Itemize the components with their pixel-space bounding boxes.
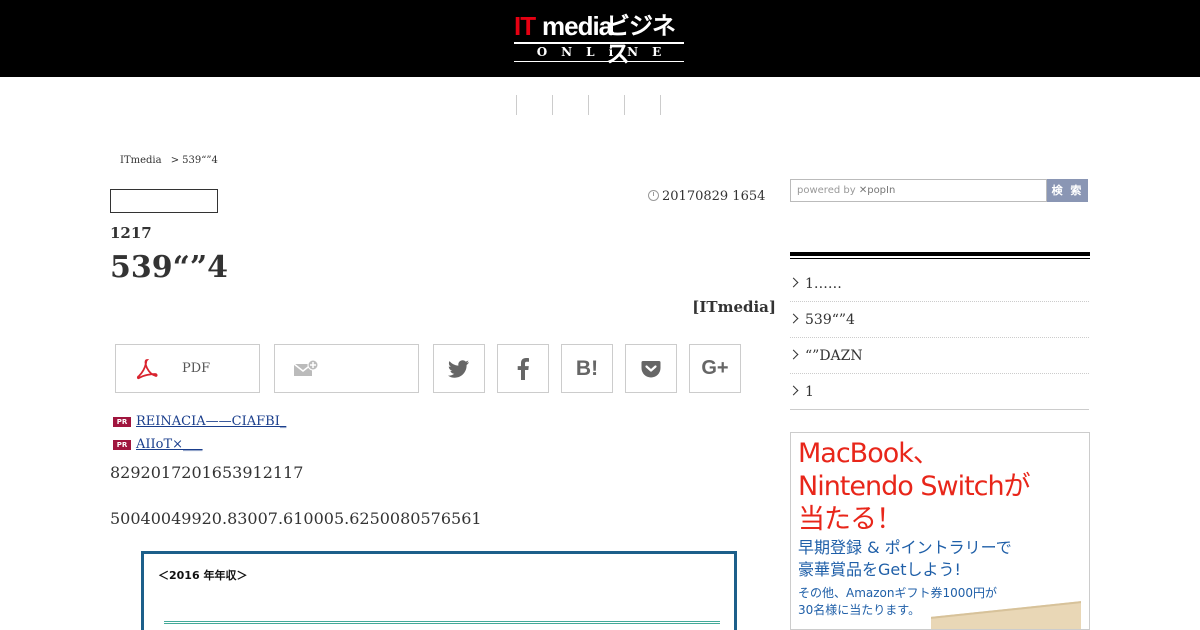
- breadcrumb-separator: >: [170, 155, 180, 166]
- ad-headline-line: MacBook、: [798, 438, 940, 469]
- logo-online-text: ONLiNE: [514, 42, 684, 62]
- ad-headline-line: Nintendo Switchが: [798, 471, 1031, 502]
- google-plus-icon[interactable]: G+: [689, 344, 741, 393]
- search-button[interactable]: 検 索: [1047, 179, 1088, 202]
- site-header: IT media ビジネス ONLiNE: [0, 0, 1200, 77]
- nav-divider: [624, 95, 625, 115]
- ranking-item[interactable]: 1……: [790, 266, 1089, 302]
- article-subtitle: 1217: [110, 224, 152, 242]
- nav-divider: [552, 95, 553, 115]
- pr-link[interactable]: REINACIA——CIAFBI_: [136, 414, 286, 429]
- site-logo[interactable]: IT media ビジネス ONLiNE: [514, 11, 686, 68]
- ranking-item-label: 1……: [805, 275, 842, 292]
- date-text: 20170829 1654: [662, 189, 766, 204]
- nav-divider: [660, 95, 661, 115]
- ranking-item-label: 539“”4: [805, 311, 855, 328]
- sidebar-ad-banner[interactable]: MacBook、 Nintendo Switchが 当たる！ 早期登録 & ポイ…: [790, 432, 1090, 630]
- pr-badge: PR: [113, 439, 131, 450]
- pdf-icon: [136, 358, 158, 380]
- ranking-item[interactable]: 539“”4: [790, 302, 1089, 338]
- pocket-share-button[interactable]: [625, 344, 677, 393]
- pr-badge: PR: [113, 416, 131, 427]
- search-input[interactable]: powered by ✕popIn: [790, 179, 1047, 202]
- logo-it-text: IT: [514, 11, 536, 41]
- search-placeholder-prefix: powered by: [797, 185, 856, 196]
- ranking-item[interactable]: 1: [790, 374, 1089, 410]
- ad-note-line: その他、Amazonギフト券1000円が: [798, 586, 998, 600]
- hatena-bookmark-icon[interactable]: B!: [561, 344, 613, 393]
- breadcrumb-current: 539“”4: [182, 155, 218, 166]
- mail-add-icon: [293, 359, 319, 378]
- ranking-item[interactable]: “”DAZN: [790, 338, 1089, 374]
- publish-date: 20170829 1654: [648, 189, 765, 204]
- article-title: 539“”4: [110, 250, 229, 285]
- pr-link[interactable]: AIIoT×___: [136, 437, 203, 452]
- ad-headline-line: 当たる！: [798, 504, 903, 535]
- pr-link-row: PR AIIoT×___: [113, 437, 203, 452]
- breadcrumb-home-link[interactable]: ITmedia: [120, 155, 162, 166]
- article-paragraph: 8292017201653912117: [110, 463, 304, 482]
- figure-title: ＜2016 年年収＞: [158, 569, 248, 582]
- twitter-share-button[interactable]: [433, 344, 485, 393]
- mail-add-button[interactable]: [274, 344, 419, 393]
- article-credit: [ITmedia]: [692, 298, 776, 316]
- clock-icon: [648, 190, 659, 201]
- figure-divider: [164, 621, 720, 624]
- ad-headline: MacBook、 Nintendo Switchが 当たる！: [798, 437, 1031, 536]
- ad-subheadline-line: 豪華賞品をGetしよう!: [798, 560, 961, 579]
- facebook-icon: [517, 357, 529, 380]
- ranking-item-label: 1: [805, 383, 814, 400]
- logo-media-text: media: [542, 11, 613, 41]
- popin-logo-icon: ✕: [858, 185, 868, 196]
- breadcrumb: ITmedia >539“”4: [120, 155, 224, 166]
- category-tag[interactable]: [110, 189, 218, 213]
- ad-subheadline-line: 早期登録 & ポイントラリーで: [798, 538, 1012, 557]
- ad-subheadline: 早期登録 & ポイントラリーで 豪華賞品をGetしよう!: [798, 537, 1012, 581]
- pdf-button[interactable]: PDF: [115, 344, 260, 393]
- pocket-icon: [641, 360, 661, 378]
- pr-link-row: PR REINACIA——CIAFBI_: [113, 414, 286, 429]
- ranking-item-label: “”DAZN: [805, 347, 863, 364]
- ranking-header-bar: [790, 252, 1090, 259]
- pdf-label: PDF: [182, 361, 211, 376]
- search-placeholder-brand: popIn: [867, 185, 896, 196]
- nav-divider: [516, 95, 517, 115]
- article-paragraph: 50040049920.83007.610005.6250080576561: [110, 509, 482, 528]
- facebook-share-button[interactable]: [497, 344, 549, 393]
- nav-divider: [588, 95, 589, 115]
- twitter-icon: [448, 359, 470, 378]
- article-figure: ＜2016 年年収＞: [141, 551, 737, 630]
